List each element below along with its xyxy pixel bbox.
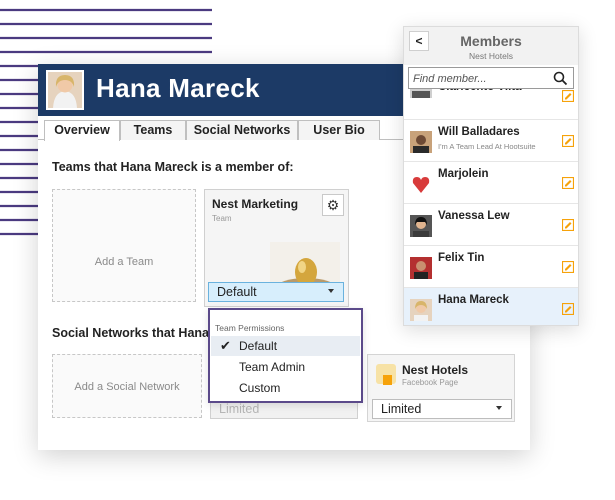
add-social-label: Add a Social Network [74, 381, 180, 393]
social-network-name: Nest Hotels [402, 363, 469, 377]
member-name: Will Balladares [438, 126, 520, 138]
members-title: Members [460, 33, 522, 49]
list-item[interactable]: Marjolein [404, 162, 578, 204]
member-name: Hana Mareck [438, 294, 509, 306]
chevron-down-icon [328, 289, 334, 293]
check-icon: ✔ [220, 338, 231, 353]
members-subtitle: Nest Hotels [469, 51, 513, 61]
avatar [410, 215, 432, 237]
team-name: Nest Marketing [212, 197, 299, 211]
option-team-admin[interactable]: Team Admin [211, 357, 360, 377]
list-item[interactable]: Vanessa Lew [404, 204, 578, 246]
edit-icon[interactable] [562, 261, 574, 273]
social-permission-disabled-value: Limited [219, 402, 260, 416]
chevron-down-icon [496, 406, 502, 410]
add-team-label: Add a Team [94, 256, 154, 268]
option-label: Custom [239, 381, 281, 395]
team-permissions-dropdown: Team Permissions ✔ Default Team Admin Cu… [208, 308, 363, 403]
gear-icon[interactable]: ⚙ [322, 194, 344, 216]
member-search-input[interactable] [413, 71, 543, 86]
option-default[interactable]: ✔ Default [211, 336, 360, 356]
member-name: Felix Tin [438, 252, 485, 264]
avatar [410, 173, 432, 195]
social-permission-select[interactable]: Limited [372, 399, 512, 419]
tab-overview[interactable]: Overview [44, 120, 120, 141]
edit-icon[interactable] [562, 303, 574, 315]
social-section-title: Social Networks that Hana Ma [52, 326, 230, 340]
edit-icon[interactable] [562, 219, 574, 231]
add-social-network-button[interactable]: Add a Social Network [52, 354, 202, 418]
screen: Hana Mareck Overview Teams Social Networ… [0, 0, 615, 500]
team-permission-select[interactable]: Default [208, 282, 344, 302]
member-name: Vanessa Lew [438, 210, 510, 222]
members-header: < Members Nest Hotels [404, 27, 578, 65]
social-network-type: Facebook Page [402, 378, 459, 387]
page-flag-icon [383, 375, 392, 385]
add-team-button[interactable]: Add a Team [52, 189, 196, 302]
list-item[interactable]: Felix Tin [404, 246, 578, 288]
avatar [410, 299, 432, 321]
option-label: Default [239, 339, 278, 353]
member-search[interactable] [408, 67, 574, 89]
members-panel: < Members Nest Hotels Claricento Vilta W… [403, 26, 579, 326]
list-item-current[interactable]: Hana Mareck [404, 288, 578, 325]
member-name: Marjolein [438, 168, 489, 180]
team-subtitle: Team [212, 214, 232, 223]
social-permission-value: Limited [381, 402, 422, 416]
teams-section-title: Teams that Hana Mareck is a member of: [52, 160, 294, 174]
option-label: Team Admin [239, 360, 306, 374]
edit-icon[interactable] [562, 135, 574, 147]
search-icon[interactable] [553, 71, 568, 86]
edit-icon[interactable] [562, 177, 574, 189]
avatar [46, 70, 84, 110]
list-item[interactable]: Will Balladares I'm A Team Lead At Hoots… [404, 120, 578, 162]
tab-social-networks[interactable]: Social Networks [186, 120, 298, 140]
profile-name: Hana Mareck [96, 73, 260, 103]
tab-user-bio[interactable]: User Bio [298, 120, 380, 140]
tab-teams[interactable]: Teams [120, 120, 186, 140]
dropdown-header: Team Permissions [215, 323, 285, 333]
option-custom[interactable]: Custom [211, 378, 360, 398]
list-item[interactable]: Claricento Vilta [404, 76, 578, 120]
team-permission-value: Default [217, 285, 257, 299]
edit-icon[interactable] [562, 90, 574, 102]
member-role: I'm A Team Lead At Hootsuite [438, 142, 536, 151]
avatar [410, 131, 432, 153]
avatar [410, 257, 432, 279]
